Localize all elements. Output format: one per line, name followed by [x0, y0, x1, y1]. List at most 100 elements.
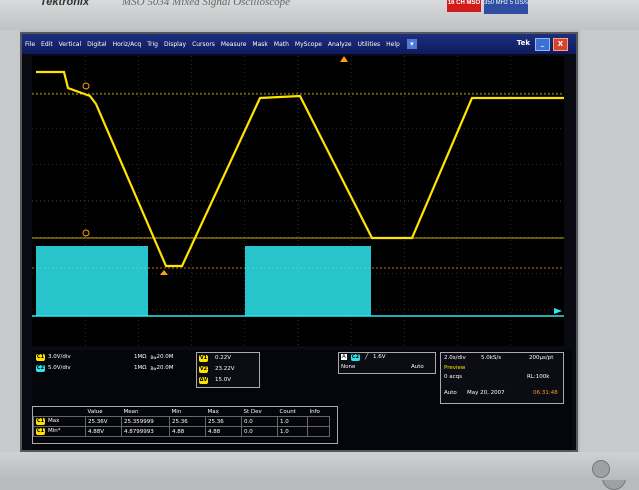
col-stdev: St Dev — [243, 408, 262, 415]
acq-mode: Auto — [444, 390, 457, 396]
menu-display[interactable]: Display — [161, 41, 189, 48]
cell-mean: 25.359999 — [121, 416, 170, 427]
trigger-mode: Auto — [411, 364, 424, 370]
ch2-burst-1 — [36, 246, 148, 316]
col-count: Count — [279, 408, 296, 415]
model-label: MSO 5034 Mixed Signal Oscilloscope — [122, 0, 291, 8]
menu-measure[interactable]: Measure — [218, 41, 250, 48]
menu-horiz-acq[interactable]: Horiz/Acq — [110, 41, 145, 48]
trigger-type: None — [341, 364, 356, 370]
cell-count: 1.0 — [277, 416, 308, 427]
ch2-burst-2 — [245, 246, 371, 316]
measurement-header-row: Value Mean Min Max St Dev Count Info — [34, 407, 330, 417]
menu-file[interactable]: File — [22, 41, 38, 48]
cell-min: 25.36 — [169, 416, 206, 427]
bezel-bottom — [0, 452, 639, 480]
cursor-v1-value: 0.22V — [215, 355, 232, 361]
measurement-table[interactable]: Value Mean Min Max St Dev Count Info C1 M… — [32, 406, 338, 444]
time-per-div: 2.0s/div — [444, 355, 466, 361]
help-arrow-icon[interactable]: ▾ — [406, 39, 417, 49]
ch1-scale-row[interactable]: C1 3.0V/div 1MΩ Bw 20.0M — [36, 352, 173, 362]
waveform-display[interactable] — [32, 56, 564, 346]
measurement-grid: Value Mean Min Max St Dev Count Info C1 M… — [33, 407, 330, 437]
menu-math[interactable]: Math — [271, 41, 292, 48]
cell-max: 4.88 — [205, 426, 242, 437]
menu-myscope[interactable]: MyScope — [292, 41, 325, 48]
power-knob[interactable] — [592, 460, 610, 478]
ch1-badge: C1 — [36, 353, 45, 361]
trigger-level: 1.6V — [373, 354, 386, 360]
cell-min: 4.88 — [169, 426, 206, 437]
brand-logo: Tektronix — [40, 0, 90, 8]
menu-digital[interactable]: Digital — [84, 41, 109, 48]
ch1-scale: 3.0V/div — [48, 354, 71, 360]
waveform-graticule — [32, 56, 564, 346]
cursor-v2-value: 23.22V — [215, 366, 235, 372]
sample-rate: 5.0kS/s — [481, 355, 502, 361]
cursor-delta-value: 15.0V — [215, 377, 232, 383]
cell-info — [307, 426, 330, 437]
oscilloscope-screen: File Edit Vertical Digital Horiz/Acq Tri… — [20, 32, 578, 452]
trigger-badge: A — [341, 354, 347, 360]
cell-max: 25.36 — [205, 416, 242, 427]
row-channel-badge: C1 — [36, 428, 45, 435]
ch1-bw: 20.0M — [156, 354, 174, 360]
acquisition-readout-panel[interactable]: 2.0s/div 5.0kS/s 200µs/pt Preview 0 acqs… — [440, 352, 564, 404]
col-max: Max — [207, 408, 219, 415]
cell-count: 1.0 — [277, 426, 308, 437]
row-measure-name: Max — [48, 418, 60, 424]
col-min: Min — [171, 408, 182, 415]
acq-time: 06:31:48 — [533, 390, 558, 396]
time-per-point: 200µs/pt — [529, 355, 554, 361]
bezel-left — [0, 30, 20, 452]
dv-badge: ΔV — [199, 377, 208, 384]
menu-help[interactable]: Help — [383, 41, 403, 48]
cell-value: 25.36V — [85, 416, 122, 427]
cell-info — [307, 416, 330, 427]
bezel-right — [580, 30, 639, 490]
cursor-marker-1[interactable] — [82, 82, 90, 90]
menu-mask[interactable]: Mask — [249, 41, 270, 48]
cell-value: 4.88V — [85, 426, 122, 437]
col-mean: Mean — [123, 408, 139, 415]
ch2-scale-row[interactable]: C2 5.0V/div 1MΩ Bw 20.0M — [36, 363, 173, 373]
ch2-bw: 20.0M — [156, 365, 174, 371]
menu-vertical[interactable]: Vertical — [56, 41, 84, 48]
trigger-level-arrow[interactable] — [554, 308, 562, 314]
row-measure-name: Min* — [48, 428, 61, 434]
acq-date: May 20, 2007 — [467, 390, 505, 396]
row-channel-badge: C1 — [36, 418, 45, 425]
menu-cursors[interactable]: Cursors — [189, 41, 218, 48]
cursor-marker-2[interactable] — [82, 229, 90, 237]
cell-mean: 4.8799993 — [121, 426, 170, 437]
trigger-slope-icon: ╱ — [365, 354, 369, 360]
ch1-ground-marker[interactable] — [160, 270, 168, 275]
trigger-readout-panel[interactable]: A C2 ╱ 1.6V None Auto — [338, 352, 436, 374]
record-length: RL:100k — [527, 374, 550, 380]
ch2-scale: 5.0V/div — [48, 365, 71, 371]
minimize-button[interactable]: _ — [535, 38, 550, 51]
table-row[interactable]: C1 Min* 4.88V 4.8799993 4.88 4.88 0.0 1.0 — [33, 426, 330, 437]
tek-logo: Tek — [516, 39, 530, 47]
acq-count: 0 acqs — [444, 374, 462, 380]
trigger-position-marker[interactable] — [340, 56, 348, 62]
cell-stdev: 0.0 — [241, 426, 278, 437]
table-row[interactable]: C1 Max 25.36V 25.359999 25.36 25.36 0.0 1… — [33, 416, 330, 427]
preview-label: Preview — [444, 365, 466, 371]
ch2-badge: C2 — [36, 364, 45, 372]
v2-badge: V2 — [199, 366, 208, 373]
menu-utilities[interactable]: Utilities — [355, 41, 384, 48]
close-button[interactable]: X — [553, 38, 568, 51]
menu-trig[interactable]: Trig — [144, 41, 161, 48]
ch1-analog-trace — [36, 70, 564, 268]
menu-bar: File Edit Vertical Digital Horiz/Acq Tri… — [22, 34, 576, 54]
cell-stdev: 0.0 — [241, 416, 278, 427]
cursor-readout-panel[interactable]: V1 0.22V V2 23.22V ΔV 15.0V — [196, 352, 260, 388]
bezel-top: Tektronix MSO 5034 Mixed Signal Oscillos… — [0, 0, 639, 30]
menu-edit[interactable]: Edit — [38, 41, 56, 48]
menu-analyze[interactable]: Analyze — [325, 41, 355, 48]
ch1-impedance: 1MΩ — [134, 354, 147, 360]
col-info: Info — [309, 408, 320, 415]
spec-badge: 350 MHz 5 GS/s — [484, 0, 528, 14]
col-value: Value — [87, 408, 103, 415]
